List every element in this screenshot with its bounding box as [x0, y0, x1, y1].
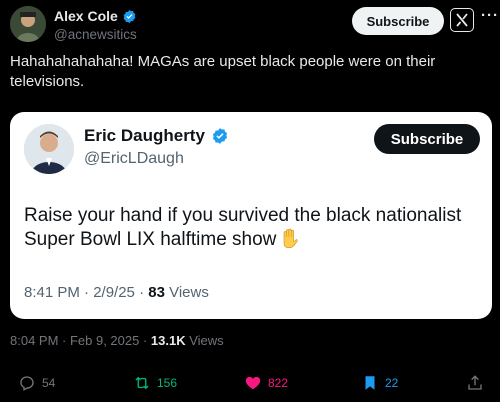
share-icon	[468, 375, 482, 390]
like-icon	[245, 376, 261, 390]
bookmark-button[interactable]: 22	[361, 372, 398, 394]
quoted-timestamp[interactable]: 8:41 PM · 2/9/25 ·	[24, 284, 148, 301]
like-button[interactable]: 822	[244, 372, 288, 394]
quoted-text-body: Raise your hand if you survived the blac…	[24, 205, 462, 250]
quoted-author-handle[interactable]: @EricLDaugh	[84, 150, 229, 168]
quoted-tweet-card[interactable]: Eric Daugherty @EricLDaugh Subscribe Rai…	[10, 112, 492, 319]
author-name[interactable]: Alex Cole	[54, 8, 118, 24]
quoted-author-name[interactable]: Eric Daugherty	[84, 126, 205, 146]
author-block: Alex Cole @acnewsitics	[54, 8, 137, 42]
quoted-author-block: Eric Daugherty @EricLDaugh	[84, 126, 229, 168]
quoted-author-avatar[interactable]	[24, 124, 74, 174]
quoted-views-count: 83	[148, 284, 165, 301]
author-avatar[interactable]	[10, 6, 46, 42]
repost-button[interactable]: 156	[133, 372, 177, 394]
grok-icon[interactable]	[450, 8, 474, 32]
raised-hand-emoji	[284, 228, 299, 248]
views-count: 13.1K	[150, 333, 186, 348]
author-handle[interactable]: @acnewsitics	[54, 27, 137, 42]
action-bar: 54 156 822 22	[0, 372, 500, 396]
like-count: 822	[268, 376, 289, 390]
quoted-tweet-text: Raise your hand if you survived the blac…	[24, 204, 479, 252]
tweet-meta: 8:04 PM · Feb 9, 2025 · 13.1K Views	[10, 333, 224, 348]
quoted-tweet-meta: 8:41 PM · 2/9/25 · 83 Views	[24, 284, 209, 301]
reply-button[interactable]: 54	[18, 372, 55, 394]
views-label: Views	[185, 333, 224, 348]
quoted-views-label: Views	[164, 284, 209, 301]
repost-count: 156	[157, 376, 178, 390]
verified-badge-icon	[212, 128, 227, 144]
repost-icon	[135, 376, 149, 390]
bookmark-count: 22	[385, 376, 399, 390]
tweet-text: Hahahahahahaha! MAGAs are upset black pe…	[10, 53, 436, 90]
bookmark-icon	[365, 376, 375, 390]
subscribe-button[interactable]: Subscribe	[352, 7, 444, 35]
share-button[interactable]	[466, 372, 484, 394]
tweet-header: Alex Cole @acnewsitics Subscribe ···	[10, 6, 498, 46]
reply-count: 54	[42, 376, 56, 390]
tweet-timestamp[interactable]: 8:04 PM · Feb 9, 2025 ·	[10, 333, 151, 348]
verified-badge-icon	[123, 9, 136, 23]
quoted-subscribe-button[interactable]: Subscribe	[374, 124, 480, 154]
reply-icon	[20, 376, 34, 391]
more-icon[interactable]: ···	[480, 8, 500, 28]
